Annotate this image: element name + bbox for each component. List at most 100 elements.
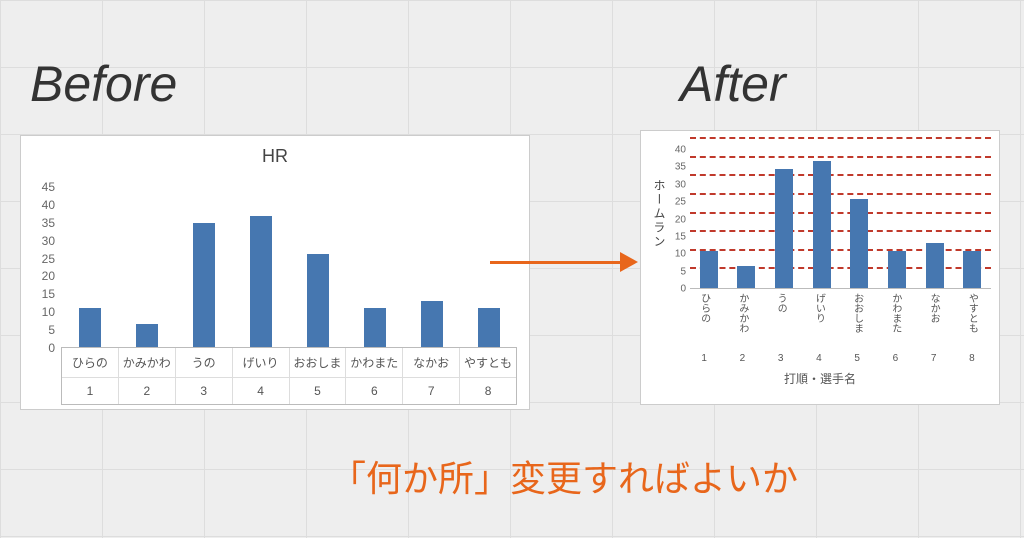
x-category: かわまた6 xyxy=(346,348,403,404)
chart-before-xaxis: ひらの1かみかわ2うの3げいり4おおしま5かわまた6なかお7やすとも8 xyxy=(61,348,517,405)
ytick: 35 xyxy=(670,162,686,173)
gridline xyxy=(690,267,991,269)
ytick: 10 xyxy=(670,249,686,260)
category-label: うの xyxy=(773,289,788,349)
after-heading: After xyxy=(680,55,786,113)
category-label: かわまた xyxy=(346,348,402,378)
chart-before-bars xyxy=(61,173,517,348)
category-label: なかお xyxy=(403,348,459,378)
gridline xyxy=(690,137,991,139)
bar xyxy=(364,308,386,347)
chart-after-xaxis: ひらの1かみかわ2うの3げいり4おおしま5かわまた6なかお7やすとも8 xyxy=(685,289,991,364)
x-category: かみかわ2 xyxy=(723,289,761,364)
x-category: ひらの1 xyxy=(685,289,723,364)
bar xyxy=(963,251,981,288)
gridline xyxy=(690,249,991,251)
chart-after-bars xyxy=(690,139,991,289)
bar xyxy=(926,243,944,288)
category-label: うの xyxy=(176,348,232,378)
ytick: 20 xyxy=(33,269,55,283)
bar xyxy=(79,308,101,347)
x-category: ひらの1 xyxy=(62,348,119,404)
category-number: 3 xyxy=(778,349,784,364)
category-number: 8 xyxy=(485,378,492,404)
chart-before-title: HR xyxy=(33,146,517,167)
category-label: げいり xyxy=(233,348,289,378)
bar xyxy=(193,223,215,347)
category-number: 1 xyxy=(701,349,707,364)
ytick: 15 xyxy=(33,287,55,301)
bar xyxy=(850,199,868,288)
x-category: おおしま5 xyxy=(290,348,347,404)
bar xyxy=(478,308,500,347)
gridline xyxy=(690,212,991,214)
category-label: ひらの xyxy=(697,289,712,349)
bar xyxy=(813,161,831,288)
bar xyxy=(421,301,443,347)
ytick: 25 xyxy=(33,252,55,266)
category-number: 4 xyxy=(816,349,822,364)
gridline xyxy=(690,193,991,195)
gridline xyxy=(690,230,991,232)
chart-before: HR 051015202530354045 ひらの1かみかわ2うの3げいり4おお… xyxy=(20,135,530,410)
x-category: なかお7 xyxy=(915,289,953,364)
category-number: 8 xyxy=(969,349,975,364)
x-category: かみかわ2 xyxy=(119,348,176,404)
category-number: 3 xyxy=(200,378,207,404)
category-label: かみかわ xyxy=(119,348,175,378)
category-number: 6 xyxy=(893,349,899,364)
chart-after-plot: ホームラン 0510152025303540 xyxy=(649,139,991,289)
caption: 「何か所」変更すればよいか xyxy=(330,450,798,502)
ytick: 40 xyxy=(670,145,686,156)
x-category: うの3 xyxy=(176,348,233,404)
ytick: 40 xyxy=(33,198,55,212)
gridline xyxy=(690,174,991,176)
category-label: げいり xyxy=(811,289,826,349)
ytick: 45 xyxy=(33,180,55,194)
bar xyxy=(888,251,906,288)
chart-before-yaxis: 051015202530354045 xyxy=(33,173,61,348)
bar xyxy=(775,169,793,288)
x-category: うの3 xyxy=(762,289,800,364)
x-category: やすとも8 xyxy=(953,289,991,364)
bar xyxy=(307,254,329,347)
category-label: かわまた xyxy=(888,289,903,349)
x-category: おおしま5 xyxy=(838,289,876,364)
x-category: げいり4 xyxy=(800,289,838,364)
ytick: 5 xyxy=(670,266,686,277)
bar xyxy=(250,216,272,347)
x-category: なかお7 xyxy=(403,348,460,404)
transition-arrow-icon xyxy=(490,252,638,272)
x-category: かわまた6 xyxy=(876,289,914,364)
category-number: 7 xyxy=(428,378,435,404)
bar xyxy=(737,266,755,288)
ytick: 5 xyxy=(33,323,55,337)
category-label: やすとも xyxy=(964,289,979,349)
x-category: げいり4 xyxy=(233,348,290,404)
ytick: 15 xyxy=(670,231,686,242)
chart-after-yaxis: 0510152025303540 xyxy=(670,139,690,289)
chart-after-ylabel: ホームラン xyxy=(649,139,670,289)
ytick: 35 xyxy=(33,216,55,230)
ytick: 30 xyxy=(670,179,686,190)
chart-after-xlabel: 打順・選手名 xyxy=(649,370,991,387)
before-heading: Before xyxy=(30,55,177,113)
ytick: 0 xyxy=(670,284,686,295)
ytick: 0 xyxy=(33,341,55,355)
bar xyxy=(136,324,158,347)
category-number: 6 xyxy=(371,378,378,404)
category-label: おおしま xyxy=(850,289,865,349)
ytick: 25 xyxy=(670,197,686,208)
category-number: 5 xyxy=(314,378,321,404)
ytick: 10 xyxy=(33,305,55,319)
category-label: なかお xyxy=(926,289,941,349)
x-category: やすとも8 xyxy=(460,348,516,404)
category-number: 1 xyxy=(87,378,94,404)
category-label: やすとも xyxy=(460,348,516,378)
category-label: ひらの xyxy=(62,348,118,378)
category-number: 5 xyxy=(854,349,860,364)
ytick: 20 xyxy=(670,214,686,225)
chart-before-plot: 051015202530354045 xyxy=(33,173,517,348)
category-number: 7 xyxy=(931,349,937,364)
category-number: 4 xyxy=(257,378,264,404)
